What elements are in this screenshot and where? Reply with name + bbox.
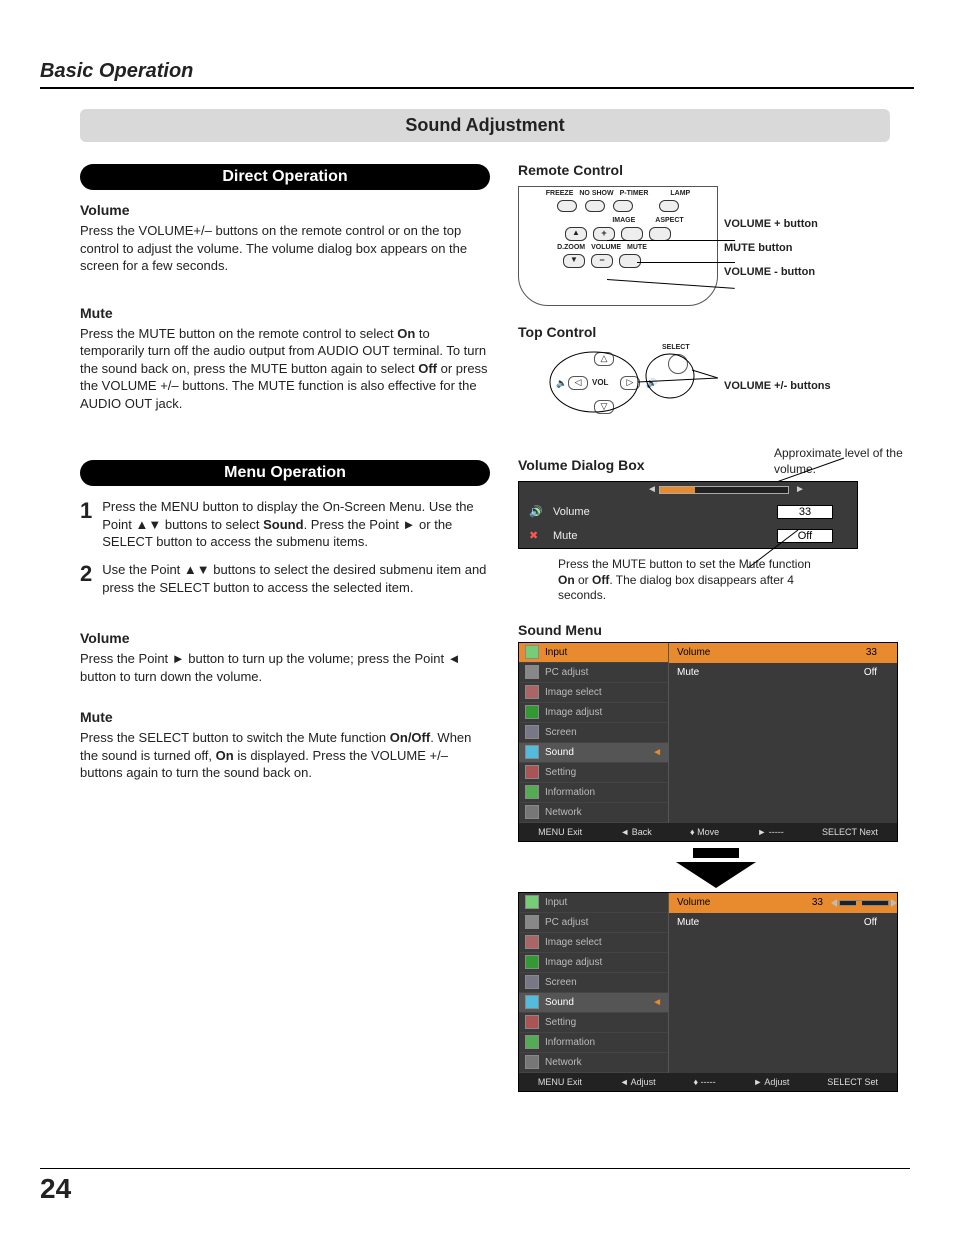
mute-text: Press the MUTE button on the remote cont… <box>80 325 490 413</box>
image-select-icon <box>525 685 539 699</box>
remote-control-diagram: FREEZE NO SHOW P-TIMER LAMP <box>518 186 718 306</box>
volume-value: 33 <box>777 505 833 519</box>
remote-control-block: Remote Control FREEZE NO SHOW P-TIMER LA… <box>518 162 914 306</box>
speaker-icon: 🔊 <box>529 505 543 519</box>
volume-text: Press the VOLUME+/– buttons on the remot… <box>80 222 490 275</box>
noshow-button <box>585 200 605 212</box>
step-2: 2 Use the Point ▲▼ buttons to select the… <box>80 561 490 596</box>
step-number: 2 <box>80 561 92 596</box>
lamp-button <box>659 200 679 212</box>
section-title: Basic Operation <box>40 60 914 89</box>
callout-volume-pm: VOLUME +/- buttons <box>724 380 831 392</box>
sound-menu-1: Input PC adjust Image select Image adjus… <box>518 642 898 842</box>
left-column: Direct Operation Volume Press the VOLUME… <box>80 156 490 1110</box>
pc-icon <box>525 665 539 679</box>
volume-dialog-heading: Volume Dialog Box <box>518 457 645 473</box>
menu-operation-heading: Menu Operation <box>80 460 490 486</box>
menu-volume-text: Press the Point ► button to turn up the … <box>80 650 490 685</box>
volume-heading: Volume <box>80 202 490 218</box>
volume-minus-button: − <box>591 254 613 268</box>
top-control-heading: Top Control <box>518 324 914 340</box>
right-column: Remote Control FREEZE NO SHOW P-TIMER LA… <box>518 156 914 1110</box>
arrow-down-icon <box>693 848 739 858</box>
top-control-diagram: △ ◁ ▷ ▽ VOL 🔈 🔊 SELECT <box>518 348 718 428</box>
callout-volume-plus: VOLUME + button <box>724 218 818 230</box>
step-number: 1 <box>80 498 92 551</box>
mute-icon: ✖ <box>529 529 543 543</box>
volume-plus-button: + <box>593 227 615 241</box>
direct-operation-heading: Direct Operation <box>80 164 490 190</box>
volume-slider <box>831 899 897 907</box>
dzoom-down-button: ▼ <box>563 254 585 268</box>
image-adjust-icon <box>525 705 539 719</box>
menu-mute-text: Press the SELECT button to switch the Mu… <box>80 729 490 782</box>
sound-icon <box>525 745 539 759</box>
callout-mute: MUTE button <box>724 242 818 254</box>
image-button <box>621 227 643 241</box>
setting-icon <box>525 765 539 779</box>
aspect-button <box>649 227 671 241</box>
sound-menu-heading: Sound Menu <box>518 622 914 638</box>
sound-menu-block: Sound Menu Input PC adjust Image select … <box>518 622 914 1092</box>
callout-volume-minus: VOLUME - button <box>724 266 818 278</box>
volume-dialog-block: Volume Dialog Box Approximate level of t… <box>518 446 914 604</box>
freeze-button <box>557 200 577 212</box>
sound-menu-2: Input PC adjust Image select Image adjus… <box>518 892 898 1092</box>
network-icon <box>525 805 539 819</box>
menu-mute-heading: Mute <box>80 709 490 725</box>
top-control-block: Top Control △ ◁ ▷ ▽ VOL 🔈 🔊 SELECT <box>518 324 914 428</box>
screen-icon <box>525 725 539 739</box>
page-title-band: Sound Adjustment <box>80 109 890 142</box>
dzoom-up-button: ▲ <box>565 227 587 241</box>
mute-button <box>619 254 641 268</box>
input-icon <box>525 645 539 659</box>
menu-volume-heading: Volume <box>80 630 490 646</box>
info-icon <box>525 785 539 799</box>
step-1: 1 Press the MENU button to display the O… <box>80 498 490 551</box>
page-number: 24 <box>40 1168 910 1205</box>
remote-control-heading: Remote Control <box>518 162 914 178</box>
mute-heading: Mute <box>80 305 490 321</box>
ptimer-button <box>613 200 633 212</box>
